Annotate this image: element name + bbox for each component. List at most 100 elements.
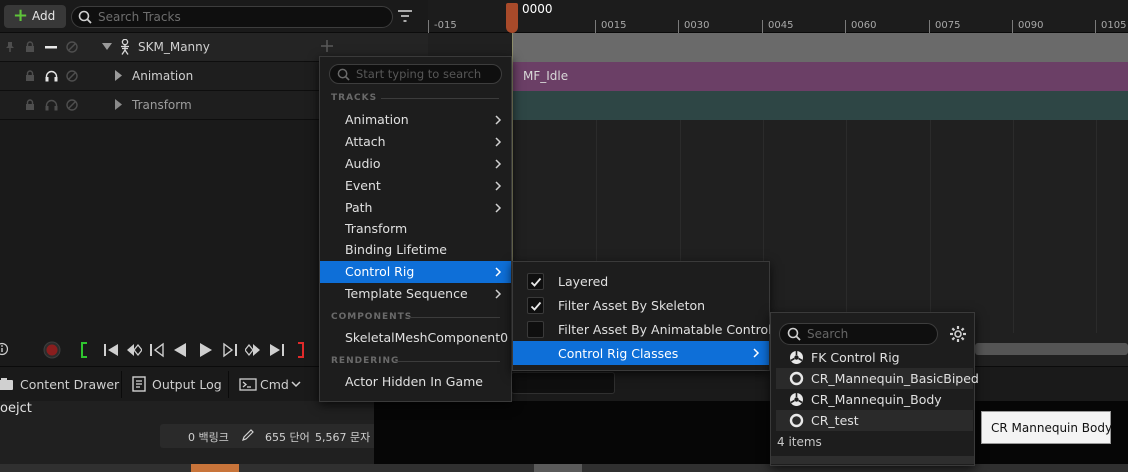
menu-item-binding-lifetime[interactable]: Binding Lifetime — [320, 239, 511, 261]
filter-by-skeleton-checkbox[interactable] — [527, 297, 544, 314]
sequencer-toolbar: + Add — [0, 0, 428, 33]
chevron-right-icon — [495, 289, 502, 299]
content-drawer-button[interactable]: Content Drawer — [20, 377, 119, 392]
class-search-box[interactable] — [779, 323, 938, 345]
divider — [395, 361, 500, 362]
filter-by-skeleton-label[interactable]: Filter Asset By Skeleton — [558, 298, 705, 313]
lock-icon[interactable] — [25, 99, 35, 111]
playhead-handle[interactable] — [506, 3, 518, 33]
mute-icon[interactable] — [66, 41, 78, 53]
menu-item-actor-hidden-in-game[interactable]: Actor Hidden In Game — [320, 371, 511, 393]
chevron-right-icon — [753, 348, 760, 358]
expand-chevron-icon[interactable] — [115, 70, 122, 81]
menu-item-skeletal-mesh-component[interactable]: SkeletalMeshComponent0 — [320, 327, 511, 349]
class-item-cr-mannequin-basicbiped[interactable]: CR_Mannequin_BasicBiped — [776, 368, 979, 389]
menu-item-animation[interactable]: Animation — [320, 109, 511, 131]
pin-icon[interactable] — [5, 41, 15, 53]
play-reverse-icon[interactable] — [173, 342, 187, 358]
expand-chevron-icon[interactable] — [115, 99, 122, 110]
menu-item-event[interactable]: Event — [320, 175, 511, 197]
add-track-plus-icon[interactable] — [321, 40, 333, 52]
menu-item-label: Path — [345, 200, 373, 215]
animation-section[interactable]: MF_Idle — [513, 62, 1128, 91]
cmd-selector[interactable]: Cmd — [260, 377, 289, 392]
menu-item-template-sequence[interactable]: Template Sequence — [320, 283, 511, 305]
play-icon[interactable] — [199, 342, 213, 358]
divider — [121, 371, 122, 398]
class-item-cr-test[interactable]: CR_test — [776, 410, 973, 431]
lock-icon[interactable] — [25, 70, 35, 82]
set-end-bracket-icon[interactable] — [296, 342, 305, 358]
terminal-icon — [239, 378, 257, 391]
document-stats: 0 백링크 655 단어 5,567 문자 — [160, 424, 374, 448]
grid-line — [1096, 120, 1097, 333]
expand-chevron-icon[interactable] — [102, 43, 112, 51]
chevron-right-icon — [495, 115, 502, 125]
filter-by-animatable-controls-label[interactable]: Filter Asset By Animatable Controls — [558, 322, 778, 337]
solo-icon[interactable] — [45, 46, 57, 49]
items-count: 4 items — [777, 435, 822, 449]
tooltip-text: CR Mannequin Body — [991, 421, 1113, 435]
menu-item-attach[interactable]: Attach — [320, 131, 511, 153]
mute-icon[interactable] — [66, 99, 78, 111]
console-command-input[interactable] — [511, 372, 615, 394]
menu-search-box[interactable] — [329, 64, 502, 84]
layered-checkbox[interactable] — [527, 273, 544, 290]
transform-track-lane[interactable] — [513, 91, 1128, 120]
ruler-tick-label: 0015 — [601, 20, 627, 31]
headphones-icon[interactable] — [45, 99, 58, 111]
ruler-tick — [678, 20, 679, 33]
skeleton-icon — [118, 39, 132, 55]
search-tracks-input[interactable] — [98, 9, 378, 25]
skip-to-end-icon[interactable] — [269, 342, 285, 358]
grid-line — [846, 120, 847, 333]
headphones-icon[interactable] — [45, 70, 58, 82]
search-icon — [78, 10, 92, 24]
class-search-input[interactable] — [807, 326, 927, 342]
ruler-tick-label: -015 — [434, 20, 457, 31]
lock-icon[interactable] — [25, 41, 35, 53]
search-tracks-box[interactable] — [71, 6, 393, 28]
menu-search-input[interactable] — [356, 66, 496, 82]
set-start-bracket-icon[interactable] — [80, 342, 89, 358]
next-key-icon[interactable] — [245, 342, 261, 358]
class-item-cr-mannequin-body[interactable]: CR_Mannequin_Body — [776, 389, 973, 410]
mute-icon[interactable] — [66, 70, 78, 82]
output-text: oejct — [0, 401, 32, 416]
chevron-down-icon[interactable] — [291, 381, 301, 388]
output-log-button[interactable]: Output Log — [152, 377, 222, 392]
ruler-tick — [929, 20, 930, 33]
filter-icon[interactable] — [397, 9, 413, 23]
ruler-tick — [595, 20, 596, 33]
filter-by-animatable-controls-checkbox[interactable] — [527, 321, 544, 338]
char-count: 5,567 문자 — [315, 431, 371, 444]
tooltip: CR Mannequin Body — [981, 411, 1113, 444]
section-header-rendering: RENDERING — [331, 356, 400, 366]
output-log-icon — [132, 376, 146, 392]
pencil-icon — [242, 429, 254, 441]
add-button[interactable]: + Add — [4, 5, 66, 28]
menu-item-control-rig-classes[interactable]: Control Rig Classes — [513, 341, 769, 365]
class-item-fk-control-rig[interactable]: FK Control Rig — [776, 347, 973, 368]
timeline-scrollbar[interactable] — [975, 343, 1128, 355]
menu-item-label: SkeletalMeshComponent0 — [345, 330, 509, 345]
menu-item-transform[interactable]: Transform — [320, 218, 511, 240]
prev-frame-icon[interactable] — [149, 342, 165, 358]
word-count: 655 단어 — [265, 431, 310, 444]
skm-track-lane[interactable] — [513, 33, 1128, 62]
add-button-label: Add — [32, 9, 56, 23]
divider — [228, 371, 229, 398]
menu-item-audio[interactable]: Audio — [320, 153, 511, 175]
menu-item-control-rig[interactable]: Control Rig — [320, 261, 511, 283]
next-frame-icon[interactable] — [222, 342, 238, 358]
backlinks-count: 0 백링크 — [188, 431, 229, 444]
prev-key-icon[interactable] — [126, 342, 142, 358]
ruler-tick — [1095, 20, 1096, 33]
layered-label[interactable]: Layered — [558, 274, 608, 289]
settings-gear-icon[interactable] — [949, 325, 967, 343]
info-icon[interactable] — [0, 342, 8, 356]
skip-to-start-icon[interactable] — [103, 342, 119, 358]
menu-item-path[interactable]: Path — [320, 197, 511, 219]
record-icon[interactable] — [43, 341, 61, 359]
section-header-tracks: TRACKS — [331, 93, 378, 103]
